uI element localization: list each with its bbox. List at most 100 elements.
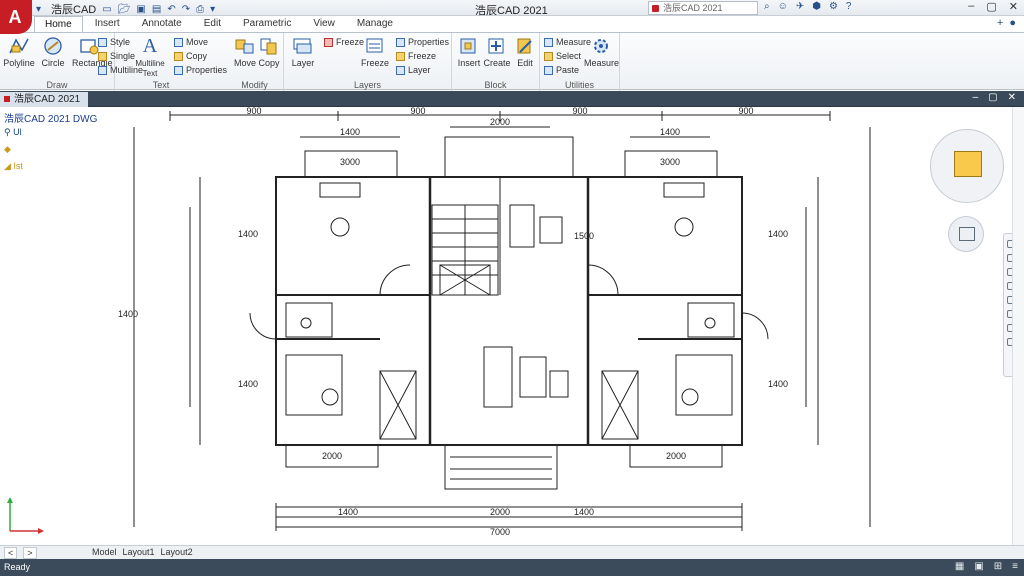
create-icon	[486, 36, 508, 56]
tab-model[interactable]: Model	[92, 547, 117, 557]
dim-left-1: 1400	[238, 229, 258, 239]
circle-button[interactable]: Circle	[36, 36, 70, 68]
app-menu-button[interactable]: A	[0, 0, 32, 34]
close-icon[interactable]: ✕	[1009, 0, 1018, 13]
tab-edit[interactable]: Edit	[194, 16, 231, 32]
tab-manage[interactable]: Manage	[347, 16, 403, 32]
layer-state-icon	[364, 36, 386, 56]
save-icon[interactable]: ▣	[136, 3, 145, 16]
tab-parametric[interactable]: Parametric	[233, 16, 301, 32]
dim-right-2: 1400	[768, 379, 788, 389]
dim-bottom-2: 2000	[490, 507, 510, 517]
grid-icon[interactable]: ▦	[955, 561, 964, 572]
quick-access-menu-icon[interactable]: ▾	[36, 3, 41, 16]
viewcube[interactable]	[930, 129, 1004, 203]
doc-close-icon[interactable]: ✕	[1008, 92, 1016, 103]
select-row[interactable]: Select	[544, 51, 581, 61]
snap-icon[interactable]: ▣	[974, 561, 983, 572]
text-style-row[interactable]: Style	[98, 37, 130, 47]
layout-nav: < >	[4, 547, 37, 559]
tab-insert[interactable]: Insert	[85, 16, 130, 32]
edit-block-button[interactable]: Edit	[508, 36, 542, 68]
viewport-tools: ⚲ Ul ◆ ◢ Ist	[4, 127, 23, 172]
cloud-icon[interactable]: ●	[1009, 17, 1016, 29]
copy-row[interactable]: Copy	[174, 51, 207, 61]
maximize-icon[interactable]: ▢	[986, 0, 996, 13]
window-controls: – ▢ ✕	[968, 0, 1018, 13]
dropdown-icon[interactable]: ▾	[210, 3, 215, 16]
collapse-ribbon-icon[interactable]: +	[997, 17, 1003, 29]
open-file-icon[interactable]: 📂︎	[118, 3, 131, 16]
paste-icon	[544, 65, 553, 75]
tab-layout1[interactable]: Layout1	[123, 547, 155, 557]
exchange-icon[interactable]: ✈	[796, 1, 804, 12]
gear-icon	[590, 36, 612, 56]
minimize-icon[interactable]: –	[968, 0, 974, 13]
search-icon[interactable]: ⌕	[764, 1, 770, 12]
color-tool-icon[interactable]: ◢ Ist	[4, 161, 23, 172]
dim-room-1: 3000	[340, 157, 360, 167]
vertical-scrollbar[interactable]	[1012, 107, 1024, 545]
dim-right-1: 1400	[768, 229, 788, 239]
utilities-panel-title: Utilities	[564, 80, 594, 90]
multiline-text-button[interactable]: A Multiline Text	[130, 36, 170, 78]
drawing-canvas[interactable]: 浩辰CAD 2021 DWG ⚲ Ul ◆ ◢ Ist 900 900 900 …	[0, 107, 1024, 545]
sign-in-icon[interactable]: ☺	[778, 1, 788, 12]
freeze-icon	[324, 37, 333, 47]
status-bar: Ready ▦ ▣ ⊞ ≡	[0, 559, 1024, 576]
tab-layout2[interactable]: Layout2	[161, 547, 193, 557]
dim-row2-2: 2000	[490, 117, 510, 127]
layer-freeze-row[interactable]: Freeze	[396, 51, 436, 61]
undo-icon[interactable]: ↶	[167, 3, 175, 16]
layers-panel-title: Layers	[353, 80, 381, 90]
quick-title: 浩辰CAD	[51, 4, 97, 16]
layer-button[interactable]: Layer	[286, 36, 320, 68]
circle-icon	[42, 36, 64, 56]
help-icon[interactable]: ?	[846, 1, 852, 12]
tab-view[interactable]: View	[303, 16, 345, 32]
freeze-button[interactable]: Freeze	[358, 36, 392, 68]
viewport-controls-icon[interactable]: ⚲ Ul	[4, 127, 23, 138]
document-tab[interactable]: 浩辰CAD 2021	[0, 92, 89, 107]
dim-row2-3: 1400	[660, 127, 680, 137]
ortho-icon[interactable]: ⊞	[994, 561, 1002, 572]
store-icon[interactable]: ⬢	[812, 1, 821, 12]
tab-annotate[interactable]: Annotate	[132, 16, 192, 32]
document-tab-bar: 浩辰CAD 2021 – ▢ ✕	[0, 91, 1024, 107]
layout-prev-button[interactable]: <	[4, 547, 18, 559]
polyline-button[interactable]: Polyline	[2, 36, 36, 68]
tab-home[interactable]: Home	[34, 16, 83, 32]
multiline-icon	[98, 65, 107, 75]
connect-icon[interactable]: ⚙	[829, 1, 838, 12]
doc-minimize-icon[interactable]: –	[973, 92, 979, 103]
layer-edit-row[interactable]: Layer	[396, 65, 431, 75]
dim-left-total: 1400	[118, 309, 138, 319]
layer-tool-icon[interactable]: ◆	[4, 144, 23, 155]
ucs-axis-icon	[7, 497, 44, 534]
new-file-icon[interactable]: ▭	[102, 3, 111, 16]
dim-bottom-3: 1400	[574, 507, 594, 517]
measure-button[interactable]: Measure	[584, 36, 619, 68]
select-icon	[544, 51, 553, 61]
viewcube-face-icon[interactable]	[954, 151, 982, 177]
search-input[interactable]: 浩辰CAD 2021	[648, 1, 758, 15]
home-view-icon[interactable]	[948, 216, 984, 252]
text-panel-title: Text	[152, 80, 170, 90]
move-row[interactable]: Move	[174, 37, 208, 47]
save-as-icon[interactable]: ▤	[152, 3, 161, 16]
paste-row[interactable]: Paste	[544, 65, 579, 75]
layer-prop-row[interactable]: Properties	[396, 37, 449, 47]
title-tools: ⌕ ☺ ✈ ⬢ ⚙ ?	[764, 1, 851, 12]
layout-next-button[interactable]: >	[23, 547, 37, 559]
copy-icon	[174, 51, 183, 61]
viewport-label[interactable]: 浩辰CAD 2021 DWG	[4, 110, 97, 125]
redo-icon[interactable]: ↷	[182, 3, 190, 16]
doc-restore-icon[interactable]: ▢	[988, 92, 997, 103]
floor-plan-drawing: 900 900 900 900 1400 2000 1400 3000 3000…	[118, 107, 871, 537]
properties-row[interactable]: Properties	[174, 65, 227, 75]
settings-icon[interactable]: ≡	[1012, 561, 1018, 572]
copy-button[interactable]: Copy	[252, 36, 286, 68]
print-icon[interactable]: ⎙	[196, 3, 204, 16]
layout-tab-bar: < > Model Layout1 Layout2	[0, 545, 1024, 559]
text-a-icon: A	[142, 35, 158, 57]
